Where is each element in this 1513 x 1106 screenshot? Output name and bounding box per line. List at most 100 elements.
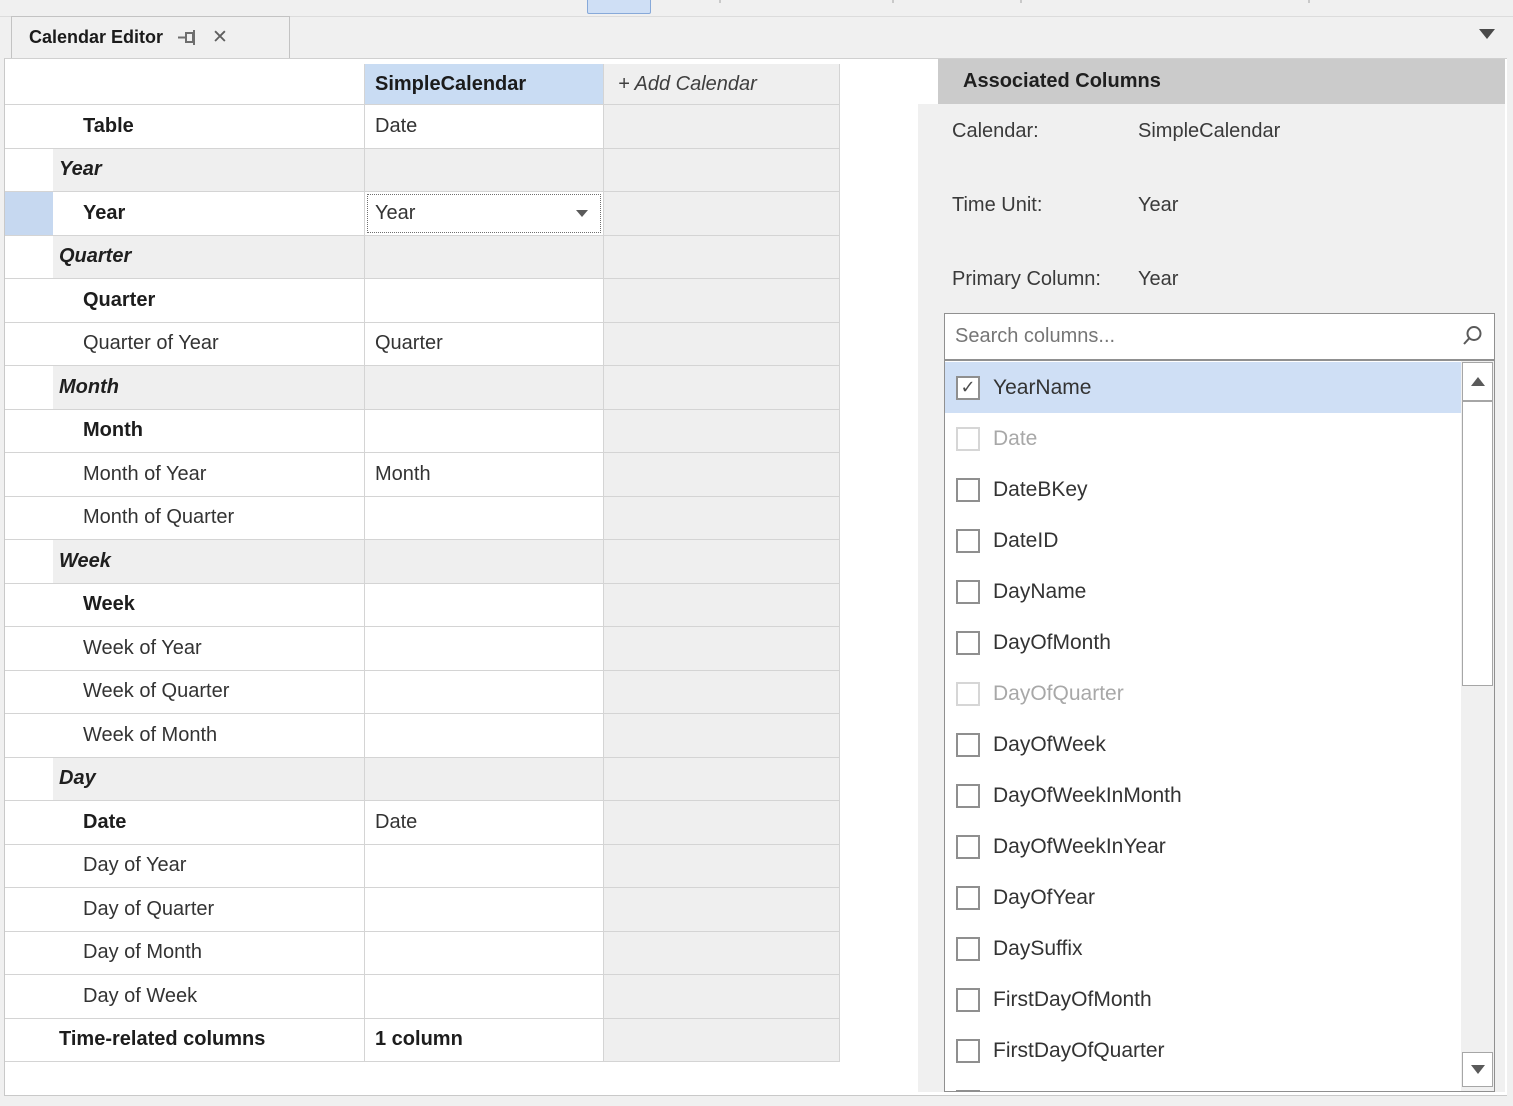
scroll-down-button[interactable] <box>1462 1052 1493 1087</box>
checkbox-icon[interactable] <box>956 988 980 1012</box>
value-cell[interactable]: Quarter <box>365 323 604 366</box>
checkbox-icon[interactable] <box>956 784 980 808</box>
value-cell[interactable] <box>365 888 604 931</box>
row-selector[interactable] <box>5 584 53 627</box>
value-cell[interactable] <box>365 671 604 714</box>
grid-row-day-of-week: Day of Week <box>5 975 840 1019</box>
value-cell[interactable] <box>365 932 604 975</box>
toolbar-partial-button[interactable] <box>587 0 651 14</box>
search-input[interactable] <box>945 325 1460 348</box>
list-scrollbar[interactable] <box>1461 361 1494 1091</box>
list-item-dayname[interactable]: DayName <box>945 566 1461 617</box>
value-cell[interactable]: Month <box>365 453 604 496</box>
list-item-dayofweek[interactable]: DayOfWeek <box>945 719 1461 770</box>
checkbox-icon[interactable] <box>956 478 980 502</box>
list-item-firstdayofmonth[interactable]: FirstDayOfMonth <box>945 974 1461 1025</box>
row-selector[interactable] <box>5 845 53 888</box>
value-cell[interactable] <box>365 627 604 670</box>
list-item-dayofweekinmonth[interactable]: DayOfWeekInMonth <box>945 770 1461 821</box>
row-selector[interactable] <box>5 192 53 235</box>
value-cell[interactable] <box>365 845 604 888</box>
list-item-date[interactable]: Date <box>945 413 1461 464</box>
list-item-datebkey[interactable]: DateBKey <box>945 464 1461 515</box>
value-cell[interactable] <box>365 584 604 627</box>
info-value: Year <box>1138 194 1178 217</box>
value-cell[interactable] <box>365 279 604 322</box>
toolbar-separator <box>1020 0 1022 3</box>
add-calendar-cell <box>604 671 840 714</box>
value-cell[interactable] <box>365 410 604 453</box>
add-calendar-cell <box>604 279 840 322</box>
grid-row-week-of-year: Week of Year <box>5 627 840 671</box>
value-cell[interactable] <box>365 975 604 1018</box>
scrollbar-thumb[interactable] <box>1462 401 1493 686</box>
row-selector[interactable] <box>5 975 53 1018</box>
row-selector[interactable] <box>5 714 53 757</box>
checkbox-icon[interactable] <box>956 529 980 553</box>
checkbox-icon[interactable] <box>956 1039 980 1063</box>
row-selector[interactable] <box>5 627 53 670</box>
row-selector[interactable] <box>5 236 53 279</box>
value-cell[interactable] <box>365 714 604 757</box>
list-item-dateid[interactable]: DateID <box>945 515 1461 566</box>
calendar-column-header[interactable]: SimpleCalendar <box>365 64 604 104</box>
tab-calendar-editor[interactable]: Calendar Editor ✕ <box>11 16 290 58</box>
list-item-dayofquarter[interactable]: DayOfQuarter <box>945 668 1461 719</box>
row-selector[interactable] <box>5 671 53 714</box>
list-item-dayofyear[interactable]: DayOfYear <box>945 872 1461 923</box>
checkbox-icon[interactable] <box>956 937 980 961</box>
search-columns-box[interactable] <box>944 313 1495 360</box>
year-column-dropdown[interactable]: Year <box>367 194 601 233</box>
scroll-up-button[interactable] <box>1462 362 1493 401</box>
checkbox-icon[interactable] <box>956 733 980 757</box>
grid-row-month: Month <box>5 410 840 454</box>
row-selector[interactable] <box>5 453 53 496</box>
checkbox-icon[interactable] <box>956 886 980 910</box>
list-item-firstdayofweek[interactable]: FirstDayOfWeek <box>945 1076 1461 1092</box>
arrow-down-icon <box>1471 1065 1485 1074</box>
row-selector[interactable] <box>5 1019 53 1062</box>
list-item-label: DayOfWeekInMonth <box>993 784 1182 808</box>
row-selector[interactable] <box>5 932 53 975</box>
pin-icon[interactable] <box>177 28 199 47</box>
document-list-dropdown-icon[interactable] <box>1479 29 1495 39</box>
value-cell[interactable] <box>365 497 604 540</box>
row-selector[interactable] <box>5 279 53 322</box>
row-selector[interactable] <box>5 801 53 844</box>
row-label: Week of Quarter <box>53 671 365 714</box>
grid-row-week-of-month: Week of Month <box>5 714 840 758</box>
arrow-up-icon <box>1471 377 1485 386</box>
row-selector[interactable] <box>5 149 53 192</box>
row-selector[interactable] <box>5 888 53 931</box>
row-selector[interactable] <box>5 758 53 801</box>
checkbox-icon[interactable]: ✓ <box>956 376 980 400</box>
list-item-daysuffix[interactable]: DaySuffix <box>945 923 1461 974</box>
add-calendar-button[interactable]: + Add Calendar <box>604 64 840 104</box>
row-selector[interactable] <box>5 366 53 409</box>
checkbox-icon[interactable] <box>956 580 980 604</box>
row-selector[interactable] <box>5 497 53 540</box>
value-cell[interactable]: Date <box>365 801 604 844</box>
add-calendar-cell <box>604 801 840 844</box>
checkbox-icon[interactable] <box>956 631 980 655</box>
list-item-label: Date <box>993 427 1037 451</box>
list-item-yearname[interactable]: ✓YearName <box>945 362 1461 413</box>
value-cell[interactable]: Date <box>365 105 604 148</box>
list-item-firstdayofquarter[interactable]: FirstDayOfQuarter <box>945 1025 1461 1076</box>
row-selector[interactable] <box>5 323 53 366</box>
row-label: Table <box>53 105 365 148</box>
list-item-label: DaySuffix <box>993 937 1083 961</box>
checkbox-icon[interactable] <box>956 835 980 859</box>
value-cell[interactable]: Year <box>365 192 604 235</box>
row-selector[interactable] <box>5 410 53 453</box>
columns-list-items: ✓YearName Date DateBKeyDateIDDayNameDayOfM… <box>945 362 1461 1092</box>
row-selector[interactable] <box>5 540 53 583</box>
toolbar-separator <box>892 0 894 3</box>
checkbox-icon[interactable] <box>956 1090 980 1093</box>
list-item-dayofweekinyear[interactable]: DayOfWeekInYear <box>945 821 1461 872</box>
list-item-dayofmonth[interactable]: DayOfMonth <box>945 617 1461 668</box>
row-selector[interactable] <box>5 105 53 148</box>
close-icon[interactable]: ✕ <box>212 28 228 47</box>
grid-row-week: Week <box>5 584 840 628</box>
grid-row-year: Year <box>5 149 840 193</box>
